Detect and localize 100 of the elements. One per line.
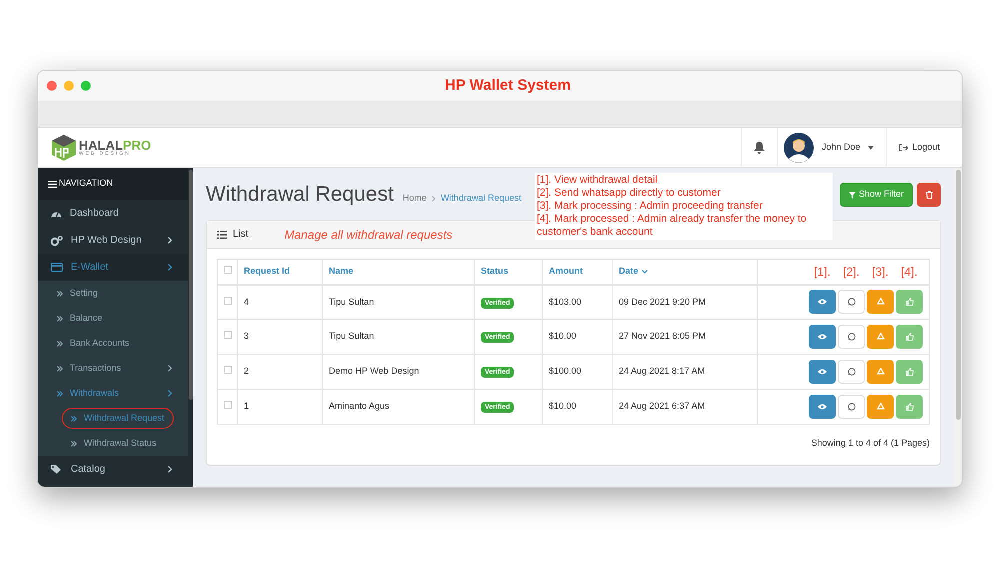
- credit-card-icon: [51, 263, 63, 272]
- chevron-right-icon: [168, 264, 172, 271]
- action-legend-label: [3].: [871, 264, 890, 281]
- sidebar-subitem[interactable]: Transactions: [38, 356, 188, 381]
- scrollbar-thumb[interactable]: [956, 170, 960, 420]
- avatar-icon: [784, 132, 814, 162]
- mark-processing-button[interactable]: [867, 395, 894, 419]
- mark-processed-button[interactable]: [896, 290, 923, 314]
- trash-icon: [926, 191, 932, 199]
- sidebar-item[interactable]: HP Web Design: [38, 227, 188, 254]
- double-chevron-icon: [57, 390, 63, 396]
- sidebar-subitem[interactable]: Bank Accounts: [38, 331, 188, 356]
- tags-icon: [51, 464, 63, 474]
- breadcrumb-chevron-icon: [432, 196, 436, 202]
- chevron-right-icon: [168, 237, 172, 244]
- maximize-window-icon[interactable]: [81, 81, 91, 91]
- chat-bubble-icon: [848, 298, 856, 306]
- row-checkbox[interactable]: [224, 296, 232, 304]
- sidebar-item[interactable]: Catalog: [38, 456, 188, 483]
- thumbs-up-icon: [906, 298, 914, 306]
- menu-icon: [48, 180, 57, 188]
- eye-icon: [818, 404, 827, 410]
- breadcrumb-link[interactable]: Withdrawal Request: [440, 192, 522, 206]
- action-legend-label: [2].: [842, 264, 861, 281]
- panel-title: List: [233, 228, 249, 242]
- view-button[interactable]: [809, 360, 836, 384]
- table-cell: Tipu Sultan: [329, 296, 374, 306]
- show-filter-button[interactable]: Show Filter: [840, 183, 913, 207]
- mark-processing-button[interactable]: [867, 325, 894, 349]
- view-button[interactable]: [809, 325, 836, 349]
- minimize-window-icon[interactable]: [64, 81, 74, 91]
- annotation-callout: [1]. View withdrawal detail [2]. Send whatsapp directly to customer [3]. Mark processing : Admin proceeding transfer [4]. Mark processed : Admin already transfer the money to customer's bank account: [535, 173, 833, 240]
- logout-link[interactable]: Logout: [886, 128, 952, 167]
- chevron-right-icon: [168, 466, 172, 473]
- column-header[interactable]: Date: [619, 265, 648, 278]
- row-checkbox[interactable]: [224, 401, 232, 410]
- breadcrumb-link[interactable]: Home: [402, 192, 427, 206]
- sidebar-subitem[interactable]: Withdrawals: [38, 381, 188, 406]
- thumbs-up-icon: [906, 368, 914, 376]
- chevron-right-icon: [168, 365, 172, 372]
- table-cell: 3: [244, 331, 250, 342]
- pagination-summary: Showing 1 to 4 of 4 (1 Pages): [811, 437, 930, 450]
- table-cell: 24 Aug 2021 6:37 AM: [619, 401, 706, 412]
- table-cell: 1: [244, 401, 250, 412]
- sidebar-subitem[interactable]: Balance: [38, 306, 188, 331]
- delete-button[interactable]: [917, 183, 941, 207]
- whatsapp-button[interactable]: [838, 325, 865, 349]
- sidebar-item[interactable]: Dashboard: [38, 200, 188, 227]
- double-chevron-icon: [57, 290, 63, 296]
- sidebar-subitem[interactable]: Withdrawal Request: [62, 408, 174, 430]
- panel-note: Manage all withdrawal requests: [284, 226, 453, 244]
- whatsapp-button[interactable]: [838, 290, 865, 314]
- eye-icon: [818, 369, 827, 375]
- sidebar-item[interactable]: E-Wallet: [38, 254, 188, 281]
- whatsapp-button[interactable]: [838, 360, 865, 384]
- table-cell: $10.00: [549, 331, 577, 342]
- eye-icon: [818, 334, 827, 340]
- chat-bubble-icon: [848, 333, 856, 341]
- table-cell: 24 Aug 2021 8:17 AM: [619, 366, 706, 376]
- table-cell: $100.00: [549, 366, 582, 376]
- double-chevron-icon: [57, 366, 63, 372]
- select-all-checkbox[interactable]: [224, 266, 232, 274]
- navigation-heading-text: NAVIGATION: [59, 177, 114, 190]
- row-checkbox[interactable]: [224, 331, 232, 340]
- double-chevron-icon: [71, 440, 77, 446]
- mark-processed-button[interactable]: [896, 395, 923, 419]
- table-cell: Tipu Sultan: [329, 331, 374, 342]
- user-name: John Doe: [822, 140, 860, 154]
- mark-processing-button[interactable]: [867, 290, 894, 314]
- eye-icon: [818, 299, 827, 306]
- row-checkbox[interactable]: [224, 366, 232, 374]
- window-title: HP Wallet System: [444, 76, 572, 96]
- table-cell: 4: [244, 296, 250, 306]
- user-menu[interactable]: John Doe: [776, 128, 886, 167]
- bell-icon[interactable]: [754, 142, 765, 154]
- filter-icon: [848, 192, 856, 198]
- sidebar-subitem[interactable]: Setting: [38, 281, 188, 306]
- chat-bubble-icon: [848, 368, 856, 376]
- thumbs-up-icon: [906, 403, 914, 411]
- mark-processed-button[interactable]: [896, 325, 923, 349]
- chevron-right-icon: [168, 390, 172, 397]
- sidebar-subitem[interactable]: Withdrawal Status: [62, 432, 166, 454]
- close-window-icon[interactable]: [47, 81, 57, 91]
- thumbs-up-icon: [906, 333, 914, 341]
- column-header[interactable]: Name: [329, 265, 354, 278]
- table-cell: $10.00: [549, 401, 577, 412]
- whatsapp-button[interactable]: [838, 395, 865, 419]
- sort-descending-icon: [642, 270, 648, 274]
- view-button[interactable]: [809, 290, 836, 314]
- scrollbar-thumb[interactable]: [188, 170, 192, 400]
- view-button[interactable]: [809, 395, 836, 419]
- mark-processed-button[interactable]: [896, 360, 923, 384]
- double-chevron-icon: [71, 416, 77, 422]
- mark-processing-button[interactable]: [867, 360, 894, 384]
- chat-bubble-icon: [848, 403, 856, 411]
- action-legend-label: [1].: [813, 264, 832, 281]
- action-legend-label: [4].: [900, 264, 919, 281]
- caret-icon: [868, 146, 874, 150]
- cube-logo-icon: [52, 134, 76, 160]
- table-cell: 09 Dec 2021 9:20 PM: [619, 296, 706, 306]
